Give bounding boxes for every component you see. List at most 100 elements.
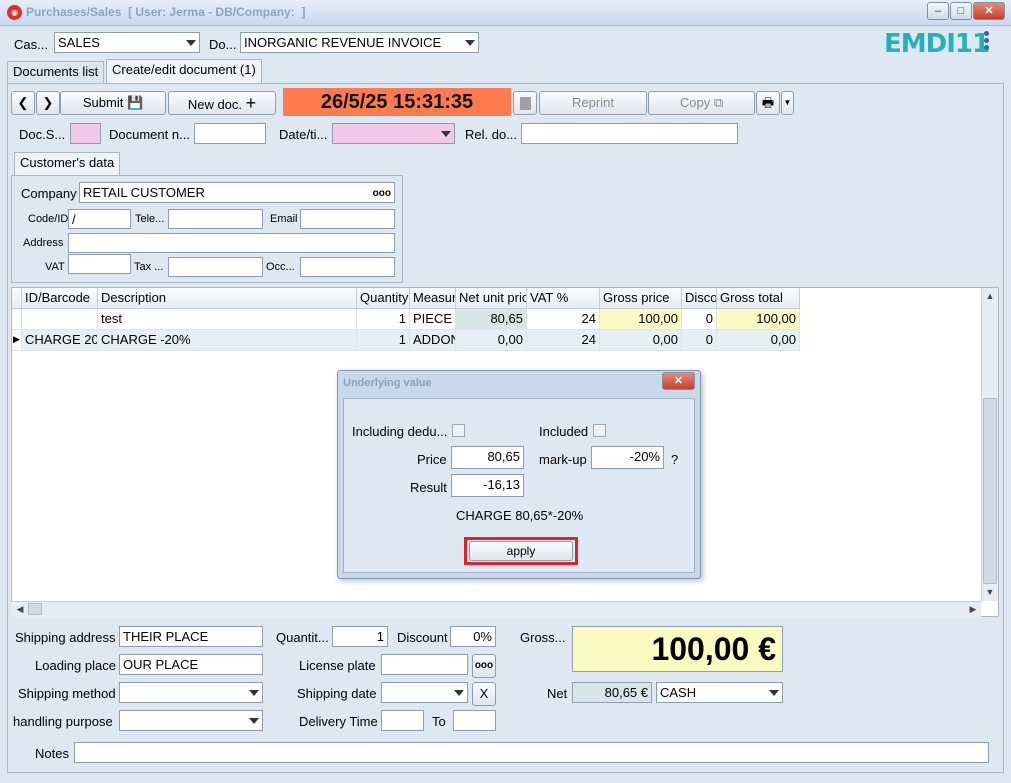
kebab-menu-icon[interactable] — [983, 31, 991, 53]
license-plate-input[interactable] — [381, 654, 468, 675]
cell-discount[interactable]: 0 — [682, 330, 717, 351]
vertical-scroll-thumb[interactable] — [983, 398, 997, 584]
horizontal-scroll-thumb[interactable] — [28, 603, 42, 615]
scroll-right-icon[interactable]: ▶ — [965, 602, 981, 617]
print-options-button[interactable]: ▼ — [781, 91, 794, 115]
cell-id[interactable] — [22, 309, 98, 330]
row-indicator[interactable]: ▶ — [12, 330, 22, 351]
scroll-left-icon[interactable]: ◀ — [12, 602, 28, 617]
cash-register-select[interactable]: SALES — [54, 32, 200, 53]
related-document-input[interactable] — [521, 123, 738, 144]
cell-discount[interactable]: 0 — [682, 309, 717, 330]
copy-label: Copy — [679, 95, 711, 110]
horizontal-scrollbar[interactable] — [11, 601, 981, 617]
minimize-button[interactable]: – — [927, 2, 949, 20]
charge-formula: CHARGE 80,65*-20% — [456, 508, 584, 523]
license-plate-more-button[interactable]: ooo — [472, 654, 496, 678]
company-input[interactable]: RETAIL CUSTOMER ooo — [79, 182, 395, 203]
tab-create-edit-document[interactable]: Create/edit document (1) — [106, 59, 262, 83]
document-number-input[interactable] — [194, 123, 266, 144]
cell-measure[interactable]: ADDON — [410, 330, 456, 351]
cell-net-unit[interactable]: 0,00 — [456, 330, 527, 351]
print-button[interactable]: 🖶 — [756, 91, 780, 115]
including-deductions-checkbox[interactable] — [452, 424, 465, 437]
doc-series-input[interactable] — [70, 123, 101, 144]
previous-button[interactable]: ❮ — [11, 91, 35, 115]
more-options-icon[interactable]: ooo — [373, 185, 391, 202]
cell-quantity[interactable]: 1 — [357, 330, 410, 351]
payment-method-select[interactable]: CASH — [656, 682, 783, 703]
window-title: Purchases/Sales [ User: Jerma - DB/Compa… — [26, 5, 306, 19]
column-header-gross-price[interactable]: Gross price — [600, 288, 682, 309]
cell-description[interactable]: test — [98, 309, 357, 330]
new-document-button[interactable]: New doc. + — [168, 91, 276, 115]
company-label: Company — [21, 186, 77, 201]
gross-label: Gross... — [520, 630, 566, 645]
stop-button[interactable] — [513, 91, 537, 115]
column-header-gross-total[interactable]: Gross total — [717, 288, 800, 309]
close-window-button[interactable]: ✕ — [973, 2, 1005, 20]
cell-quantity[interactable]: 1 — [357, 309, 410, 330]
shipping-address-input[interactable]: THEIR PLACE — [119, 626, 263, 647]
price-label: Price — [417, 452, 447, 467]
chevron-down-icon — [465, 40, 475, 46]
shipping-method-select[interactable] — [119, 682, 263, 703]
cell-vat[interactable]: 24 — [527, 330, 600, 351]
scroll-down-icon[interactable]: ▼ — [982, 585, 998, 600]
cell-vat[interactable]: 24 — [527, 309, 600, 330]
cell-gross-price[interactable]: 0,00 — [600, 330, 682, 351]
address-label: Address — [23, 237, 64, 249]
scroll-up-icon[interactable]: ▲ — [982, 289, 998, 304]
tab-documents-list[interactable]: Documents list — [7, 61, 105, 83]
handling-purpose-select[interactable] — [119, 710, 263, 731]
price-input[interactable]: 80,65 — [451, 446, 524, 469]
tax-office-input[interactable] — [168, 257, 263, 277]
save-icon: 💾 — [126, 95, 144, 110]
tab-customer-data[interactable]: Customer's data — [14, 152, 121, 175]
result-input[interactable]: -16,13 — [451, 474, 524, 497]
cell-gross-total[interactable]: 100,00 — [717, 309, 800, 330]
cell-gross-total[interactable]: 0,00 — [717, 330, 800, 351]
document-type-select[interactable]: INORGANIC REVENUE INVOICE — [240, 32, 479, 53]
dialog-close-button[interactable]: ✕ — [662, 372, 695, 390]
date-time-select[interactable] — [332, 123, 455, 144]
next-button[interactable]: ❯ — [36, 91, 60, 115]
notes-input[interactable] — [74, 742, 989, 763]
cell-gross-price[interactable]: 100,00 — [600, 309, 682, 330]
discount-input[interactable]: 0% — [450, 626, 496, 647]
code-id-input[interactable]: / — [68, 209, 131, 229]
column-header-net-unit[interactable]: Net unit pric — [456, 288, 527, 309]
apply-button[interactable]: apply — [469, 541, 573, 561]
document-type-value: INORGANIC REVENUE INVOICE — [244, 35, 442, 50]
cell-id[interactable]: CHARGE 20 — [22, 330, 98, 351]
cell-description[interactable]: CHARGE -20% — [98, 330, 357, 351]
cell-net-unit[interactable]: 80,65 — [456, 309, 527, 330]
column-header-quantity[interactable]: Quantity — [357, 288, 410, 309]
cell-measure[interactable]: PIECE — [410, 309, 456, 330]
column-header-vat[interactable]: VAT % — [527, 288, 600, 309]
markup-input[interactable]: -20% — [591, 446, 664, 469]
vat-input[interactable] — [68, 254, 131, 274]
column-header-measure[interactable]: Measur — [410, 288, 456, 309]
reprint-button[interactable]: Reprint — [539, 91, 647, 115]
column-header-discount[interactable]: Disco — [682, 288, 717, 309]
delivery-time-to-input[interactable] — [453, 710, 496, 731]
address-input[interactable] — [68, 233, 395, 253]
help-icon[interactable]: ? — [671, 452, 678, 467]
column-header-description[interactable]: Description — [98, 288, 357, 309]
row-indicator[interactable] — [12, 309, 22, 330]
submit-button[interactable]: Submit 💾 — [60, 91, 166, 115]
copy-button[interactable]: Copy ⧉ — [648, 91, 755, 115]
column-header-id[interactable]: ID/Barcode — [22, 288, 98, 309]
delivery-time-from-input[interactable] — [381, 710, 424, 731]
quantity-input[interactable]: 1 — [332, 626, 388, 647]
loading-place-input[interactable]: OUR PLACE — [119, 654, 263, 675]
maximize-button[interactable]: □ — [950, 2, 972, 20]
dialog-title: Underlying value — [343, 377, 432, 389]
email-input[interactable] — [300, 209, 395, 229]
clear-shipping-date-button[interactable]: X — [472, 682, 496, 706]
shipping-date-select[interactable] — [381, 682, 468, 703]
included-checkbox[interactable] — [593, 424, 606, 437]
occupation-input[interactable] — [300, 257, 395, 277]
telephone-input[interactable] — [168, 209, 263, 229]
